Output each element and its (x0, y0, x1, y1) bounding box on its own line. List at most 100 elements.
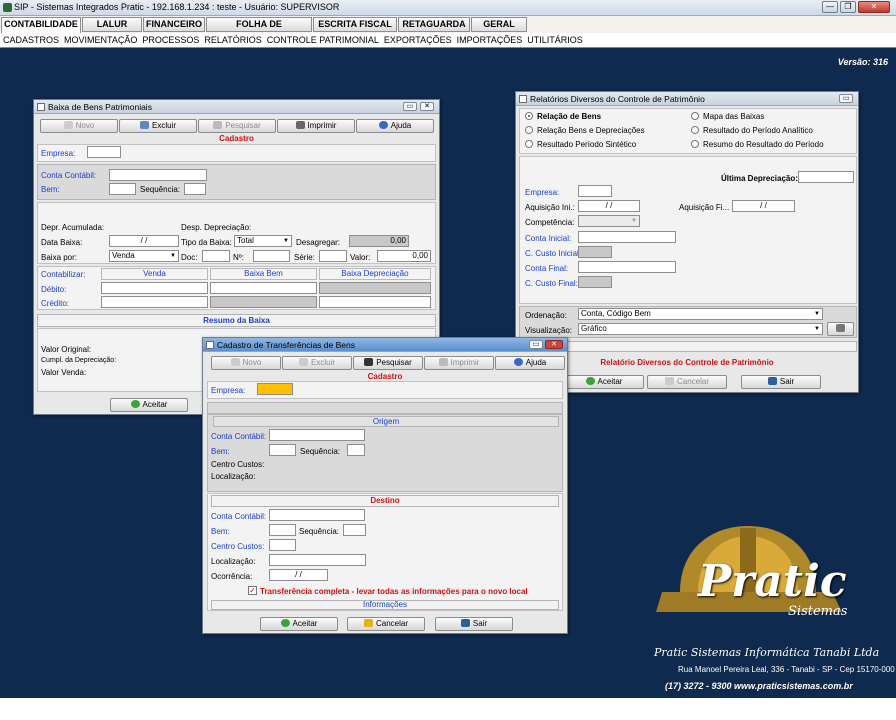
origem-conta-contabil-field[interactable] (269, 429, 365, 441)
conta-inicial-field[interactable] (578, 231, 676, 243)
transferencia-completa-label: Transferência completa - levar todas as … (260, 587, 528, 596)
tab-retaguarda[interactable]: RETAGUARDA (398, 17, 470, 32)
aquisicao-fi-field[interactable]: / / (732, 200, 795, 212)
baixa-por-select[interactable]: Venda (109, 250, 179, 262)
aquisicao-ini-field[interactable]: / / (578, 200, 640, 212)
conta-final-field[interactable] (578, 261, 676, 273)
submenu-importacoes[interactable]: IMPORTAÇÕES (457, 35, 523, 45)
submenu-controle-patrimonial[interactable]: CONTROLE PATRIMONIAL (267, 35, 379, 45)
radio-mapa-baixas[interactable] (691, 112, 699, 120)
visualizar-button[interactable] (827, 322, 854, 336)
ultima-depreciacao-field[interactable] (798, 171, 854, 183)
tab-contabilidade[interactable]: CONTABILIDADE (1, 17, 81, 33)
credito-venda-field[interactable] (101, 296, 208, 308)
sair-button[interactable]: Sair (435, 617, 513, 631)
restore-button[interactable]: ❐ (840, 1, 856, 13)
minimize-button[interactable]: — (822, 1, 838, 13)
radio-relacao-bens-depr[interactable] (525, 126, 533, 134)
origem-bem-field[interactable] (269, 444, 296, 456)
destino-localizacao-field[interactable] (269, 554, 366, 566)
destino-centro-custos-field[interactable] (269, 539, 296, 551)
version-label: Versão: 316 (837, 57, 888, 67)
tab-escrita-fiscal[interactable]: ESCRITA FISCAL (313, 17, 397, 32)
conta-final-label: Conta Final: (525, 264, 569, 273)
numero-field[interactable] (253, 250, 290, 262)
pesquisar-button[interactable]: Pesquisar (198, 119, 276, 133)
serie-field[interactable] (319, 250, 347, 262)
valor-field[interactable]: 0,00 (377, 250, 431, 262)
c-custo-inicial-field[interactable] (578, 246, 612, 258)
tab-lalur[interactable]: LALUR (82, 17, 142, 32)
cancelar-button[interactable]: Cancelar (647, 375, 727, 389)
cancelar-button[interactable]: Cancelar (347, 617, 425, 631)
destino-bem-field[interactable] (269, 524, 296, 536)
submenu-exportacoes[interactable]: EXPORTAÇÕES (384, 35, 452, 45)
conta-contabil-field[interactable] (109, 169, 207, 181)
imprimir-button[interactable]: Imprimir (424, 356, 494, 370)
doc-field[interactable] (202, 250, 230, 262)
submenu-utilitarios[interactable]: UTILITÁRIOS (527, 35, 583, 45)
submenu-processos[interactable]: PROCESSOS (142, 35, 199, 45)
pesquisar-button[interactable]: Pesquisar (353, 356, 423, 370)
destino-conta-contabil-field[interactable] (269, 509, 365, 521)
novo-button[interactable]: Novo (40, 119, 118, 133)
origem-conta-contabil-label: Conta Contábil: (211, 432, 267, 441)
radio-resumo-resultado[interactable] (691, 140, 699, 148)
sequencia-field[interactable] (184, 183, 206, 195)
ocorrencia-field[interactable]: / / (269, 569, 328, 581)
empresa-field[interactable] (87, 146, 121, 158)
radio-resultado-analitico[interactable] (691, 126, 699, 134)
close-icon[interactable]: ✕ (420, 102, 434, 111)
tipo-baixa-select[interactable]: Total (234, 235, 292, 247)
wrench-icon (836, 324, 845, 332)
close-icon[interactable]: ✕ (545, 340, 563, 349)
credito-baixa-depr-field[interactable] (319, 296, 431, 308)
restore-icon[interactable]: ▭ (529, 340, 543, 349)
credito-baixa-bem-field[interactable] (210, 296, 317, 308)
data-baixa-field[interactable]: / / (109, 235, 179, 247)
sair-button[interactable]: Sair (741, 375, 821, 389)
excluir-button[interactable]: Excluir (282, 356, 352, 370)
empresa-field[interactable] (257, 383, 293, 395)
restore-icon[interactable]: ▭ (839, 94, 853, 103)
doc-label: Doc: (181, 253, 198, 262)
tab-folha-pagamento[interactable]: FOLHA DE PAGAMENTO (206, 17, 312, 42)
origem-sequencia-field[interactable] (347, 444, 365, 456)
transferencia-completa-checkbox[interactable]: ✓ (248, 586, 257, 595)
submenu-relatorios[interactable]: RELATÓRIOS (204, 35, 261, 45)
novo-button[interactable]: Novo (211, 356, 281, 370)
submenu-movimentacao[interactable]: MOVIMENTAÇÃO (64, 35, 137, 45)
aceitar-button[interactable]: Aceitar (564, 375, 644, 389)
imprimir-button[interactable]: Imprimir (277, 119, 355, 133)
rel-empresa-field[interactable] (578, 185, 612, 197)
destino-sequencia-field[interactable] (343, 524, 366, 536)
debito-baixa-bem-field[interactable] (210, 282, 317, 294)
submenu: CADASTROS MOVIMENTAÇÃO PROCESSOS RELATÓRIOS… (0, 33, 896, 48)
aceitar-button[interactable]: Aceitar (110, 398, 188, 412)
radio-resultado-sintetico[interactable] (525, 140, 533, 148)
close-button[interactable]: ✕ (858, 1, 890, 13)
warning-icon (664, 377, 674, 385)
debito-baixa-depr-field[interactable] (319, 282, 431, 294)
aceitar-button[interactable]: Aceitar (260, 617, 338, 631)
desagregar-field[interactable]: 0,00 (349, 235, 409, 247)
ajuda-button[interactable]: Ajuda (495, 356, 565, 370)
radio-relacao-bens[interactable] (525, 112, 533, 120)
debito-venda-field[interactable] (101, 282, 208, 294)
destino-localizacao-label: Localização: (211, 557, 256, 566)
tab-geral[interactable]: GERAL (471, 17, 527, 32)
visualizacao-label: Visualização: (525, 326, 572, 335)
tab-financeiro[interactable]: FINANCEIRO (143, 17, 205, 32)
ajuda-button[interactable]: Ajuda (356, 119, 434, 133)
window-titlebar: Baixa de Bens Patrimoniais ▭ ✕ (34, 100, 439, 114)
visualizacao-select[interactable]: Gráfico (578, 323, 823, 335)
submenu-cadastros[interactable]: CADASTROS (3, 35, 59, 45)
cadastro-header: Cadastro (219, 134, 254, 143)
bem-field[interactable] (109, 183, 136, 195)
ordenacao-select[interactable]: Conta, Código Bem (578, 308, 823, 320)
restore-icon[interactable]: ▭ (403, 102, 417, 111)
c-custo-final-label: C. Custo Final: (525, 279, 578, 288)
excluir-button[interactable]: Excluir (119, 119, 197, 133)
c-custo-final-field[interactable] (578, 276, 612, 288)
competencia-select[interactable] (578, 215, 640, 227)
